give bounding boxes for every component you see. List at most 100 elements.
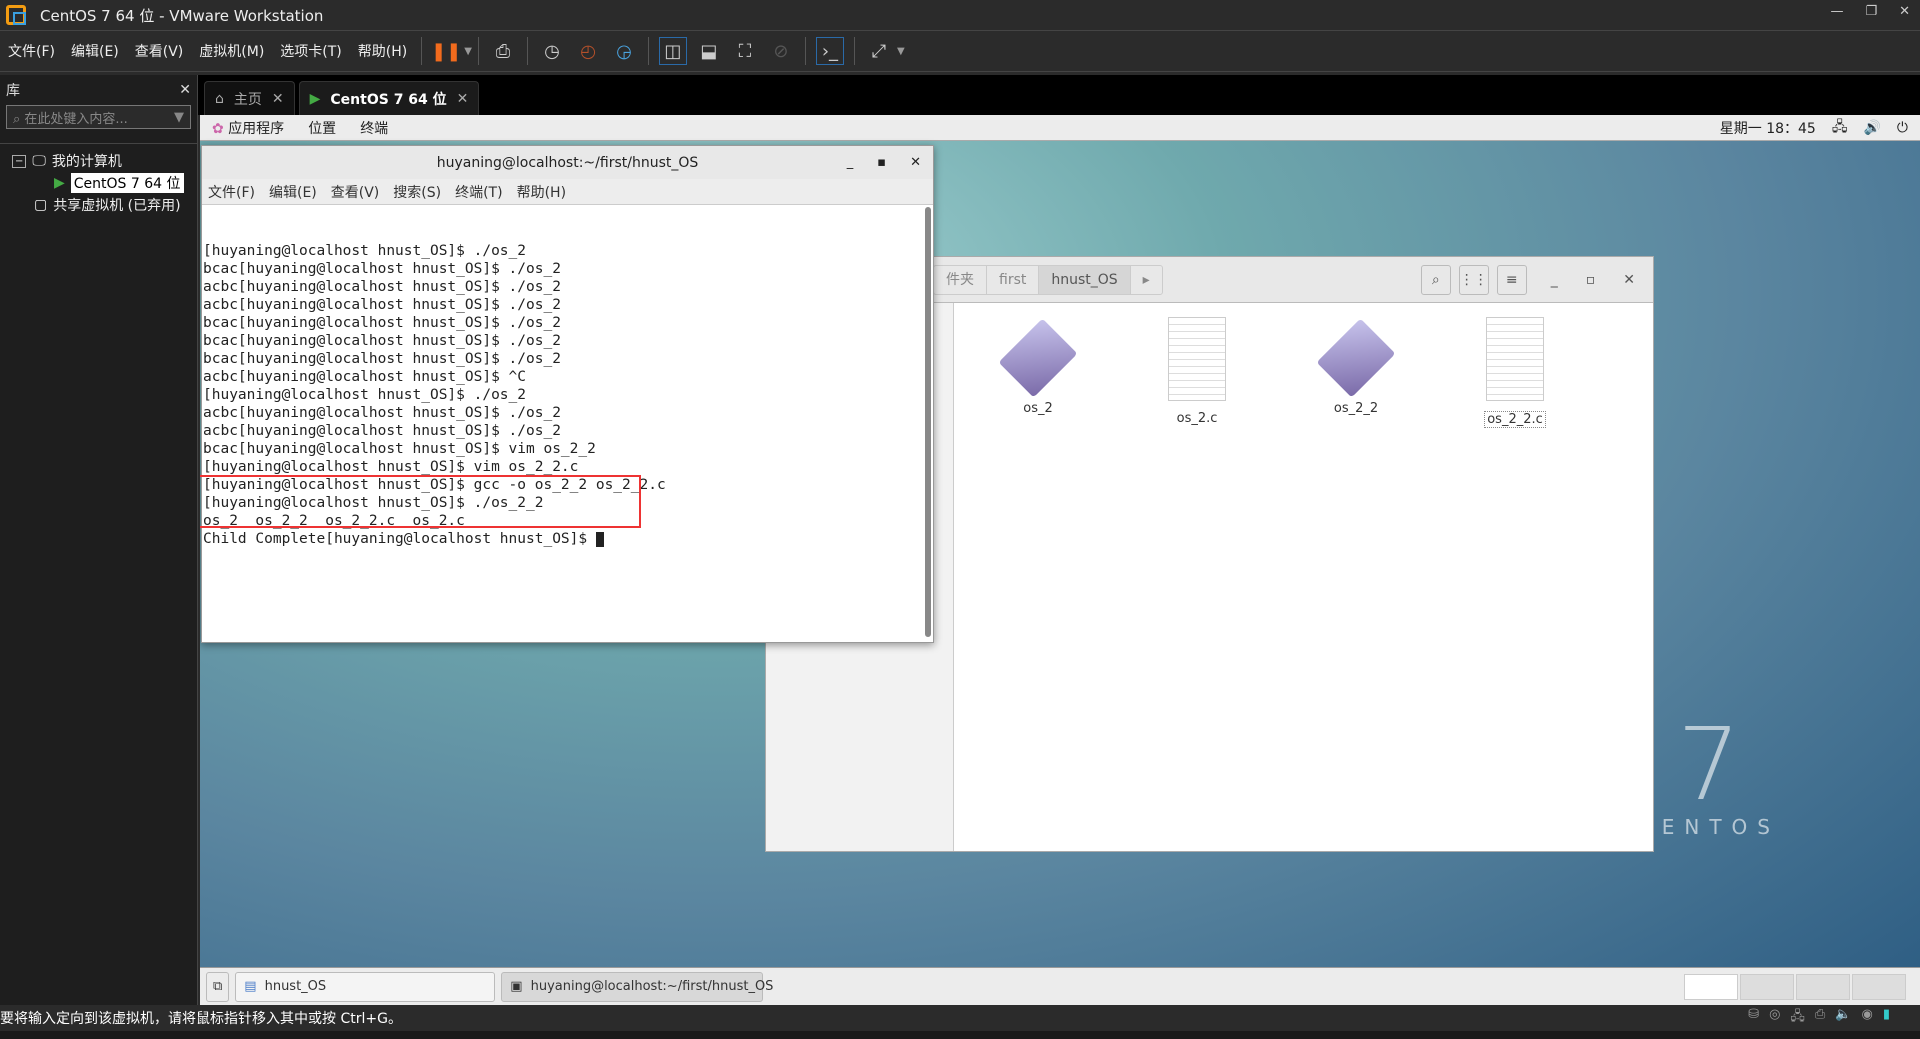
thumbnail-view-icon[interactable]: ⬓ <box>695 37 723 65</box>
menu-file[interactable]: 文件(F) <box>0 41 63 61</box>
breadcrumb-forward-icon[interactable]: ▸ <box>1131 266 1162 294</box>
tree-label: CentOS 7 64 位 <box>70 173 184 193</box>
minimize-button[interactable]: — <box>1830 4 1843 19</box>
vmware-logo-icon <box>6 5 26 25</box>
library-view-icon[interactable]: ◫ <box>658 37 687 65</box>
network-adapter-icon[interactable]: 🖧 <box>1790 1007 1805 1029</box>
message-icon[interactable]: ▮ <box>1883 1007 1890 1029</box>
terminal-menu-terminal[interactable]: 终端(T) <box>455 182 502 202</box>
tab-close-icon[interactable]: ✕ <box>457 91 469 107</box>
revert-snapshot-icon[interactable]: ◴ <box>574 37 602 65</box>
tab-close-icon[interactable]: ✕ <box>272 91 284 107</box>
tree-label: 我的计算机 <box>51 154 122 170</box>
search-icon[interactable]: ⌕ <box>1420 265 1451 295</box>
terminal-menu-help[interactable]: 帮助(H) <box>517 182 566 202</box>
terminal-line-text: [huyaning@localhost hnust_OS]$ vim os_2_… <box>203 459 579 475</box>
gnome-terminal-menu[interactable]: 终端 <box>348 118 400 138</box>
tree-my-computer[interactable]: − 🖵 我的计算机 <box>0 150 197 172</box>
library-close-button[interactable]: ✕ <box>179 82 191 98</box>
gnome-apps-menu[interactable]: ✿ 应用程序 <box>200 118 296 138</box>
network-icon[interactable]: 🖧 <box>1832 116 1848 140</box>
maximize-button[interactable]: ▪ <box>877 155 886 170</box>
terminal-icon: ▣ <box>510 979 523 994</box>
workspace-switcher[interactable] <box>1684 973 1906 1000</box>
taskbar-item-files[interactable]: ▤ hnust_OS <box>235 971 496 1002</box>
menu-label: 应用程序 <box>228 120 285 137</box>
cdrom-icon[interactable]: ◎ <box>1769 1007 1780 1029</box>
vm-screen[interactable]: ✿ 应用程序 位置 终端 星期一 18：45 🖧 🔊 ⏻ 7 CENTOS 件夹 fir… <box>200 115 1920 1005</box>
power-icon[interactable]: ⏻ <box>1897 120 1908 136</box>
menu-tabs[interactable]: 选项卡(T) <box>272 41 349 61</box>
close-button[interactable]: ✕ <box>1899 4 1910 19</box>
terminal-menu-file[interactable]: 文件(F) <box>208 182 255 202</box>
terminal-line: bcac[huyaning@localhost hnust_OS]$ ./os_… <box>203 260 933 278</box>
title-bar: CentOS 7 64 位 - VMware Workstation — ❐ ✕ <box>0 0 1920 30</box>
volume-icon[interactable]: 🔊 <box>1863 120 1880 136</box>
fullscreen-icon[interactable]: ⛶ <box>731 37 759 65</box>
file-name: os_2_2.c <box>1484 411 1546 428</box>
close-button[interactable]: ✕ <box>910 155 921 170</box>
hamburger-menu-icon[interactable]: ≡ <box>1496 265 1527 295</box>
terminal-line: Child Complete[huyaning@localhost hnust_… <box>203 530 933 548</box>
terminal-line-text: [huyaning@localhost hnust_OS]$ ./os_2 <box>203 243 527 259</box>
terminal-menu-edit[interactable]: 编辑(E) <box>269 182 317 202</box>
terminal-output[interactable]: [huyaning@localhost hnust_OS]$ ./os_2 bca… <box>200 205 933 642</box>
snapshot-manager-icon[interactable]: ◶ <box>610 37 638 65</box>
minimize-button[interactable]: _ <box>847 155 854 170</box>
scrollbar[interactable] <box>925 207 931 637</box>
menu-view[interactable]: 查看(V) <box>127 41 192 61</box>
tree-shared-vms[interactable]: ▢ 共享虚拟机 (已弃用) <box>0 194 197 216</box>
file-cabinet-icon: ▤ <box>244 979 257 994</box>
printer-icon[interactable]: ⎙ <box>1815 1007 1825 1029</box>
send-ctrl-alt-del-icon[interactable]: ⎙ <box>489 37 517 65</box>
menu-help[interactable]: 帮助(H) <box>350 41 415 61</box>
library-search-input[interactable]: ⌕ 在此处键入内容... ▼ <box>6 105 191 129</box>
search-placeholder: 在此处键入内容... <box>24 111 128 127</box>
breadcrumb-item[interactable]: 件夹 <box>934 266 987 294</box>
terminal-line: acbc[huyaning@localhost hnust_OS]$ ./os_… <box>203 404 933 422</box>
restore-button[interactable]: ❐ <box>1865 4 1877 19</box>
show-desktop-icon[interactable]: ⧉ <box>206 971 230 1002</box>
menu-bar: 文件(F) 编辑(E) 查看(V) 虚拟机(M) 选项卡(T) 帮助(H) ❚❚… <box>0 30 1920 72</box>
tree-centos-vm[interactable]: ▶ CentOS 7 64 位 <box>0 172 197 194</box>
terminal-line-text: [huyaning@localhost hnust_OS]$ ./os_2 <box>203 387 527 403</box>
unity-icon[interactable]: ⊘ <box>767 37 795 65</box>
breadcrumb-item[interactable]: first <box>987 266 1040 294</box>
close-button[interactable]: ✕ <box>1623 272 1635 288</box>
executable-icon <box>998 318 1078 398</box>
terminal-line: bcac[huyaning@localhost hnust_OS]$ ./os_… <box>203 350 933 368</box>
apps-icon: ✿ <box>212 120 224 137</box>
terminal-line-text: bcac[huyaning@localhost hnust_OS]$ ./os_… <box>203 315 561 331</box>
view-options-icon[interactable]: ⋮⋮ <box>1458 265 1489 295</box>
terminal-line-text: acbc[huyaning@localhost hnust_OS]$ ./os_… <box>203 405 561 421</box>
terminal-menu-search[interactable]: 搜索(S) <box>393 182 441 202</box>
clock[interactable]: 星期一 18：45 <box>1720 118 1816 138</box>
stretch-icon[interactable]: ⤢ <box>865 37 893 65</box>
file-item[interactable]: os_2_2 <box>1306 317 1406 416</box>
minimize-button[interactable]: _ <box>1551 272 1558 288</box>
file-item[interactable]: os_2 <box>988 317 1088 416</box>
terminal-line-text: bcac[huyaning@localhost hnust_OS]$ ./os_… <box>203 351 561 367</box>
file-item[interactable]: os_2.c <box>1147 317 1247 426</box>
usb-icon[interactable]: ◉ <box>1862 1007 1873 1029</box>
executable-icon <box>1316 318 1396 398</box>
terminal-line-text: bcac[huyaning@localhost hnust_OS]$ ./os_… <box>203 333 561 349</box>
menu-vm[interactable]: 虚拟机(M) <box>191 41 272 61</box>
terminal-line-text: bcac[huyaning@localhost hnust_OS]$ vim o… <box>203 441 596 457</box>
terminal-line: bcac[huyaning@localhost hnust_OS]$ ./os_… <box>203 332 933 350</box>
hdd-icon[interactable]: ⛁ <box>1748 1007 1759 1029</box>
snapshot-icon[interactable]: ◷ <box>538 37 566 65</box>
maximize-button[interactable]: ▫ <box>1586 272 1596 288</box>
tab-centos[interactable]: ▶ CentOS 7 64 位 ✕ <box>298 81 480 115</box>
menu-edit[interactable]: 编辑(E) <box>63 41 127 61</box>
console-icon[interactable]: ›_ <box>815 37 844 65</box>
sound-icon[interactable]: 🔈 <box>1835 1007 1851 1029</box>
file-item[interactable]: os_2_2.c <box>1465 317 1565 428</box>
taskbar-item-terminal[interactable]: ▣ huyaning@localhost:~/first/hnust_OS <box>501 971 773 1002</box>
terminal-menu-view[interactable]: 查看(V) <box>331 182 380 202</box>
gnome-places-menu[interactable]: 位置 <box>296 118 348 138</box>
terminal-window: huyaning@localhost:~/first/hnust_OS _ ▪ ✕ … <box>200 145 934 643</box>
tab-home[interactable]: ⌂ 主页 ✕ <box>204 81 295 115</box>
breadcrumb-item-current[interactable]: hnust_OS <box>1039 266 1131 294</box>
pause-icon[interactable]: ❚❚ <box>431 37 461 65</box>
